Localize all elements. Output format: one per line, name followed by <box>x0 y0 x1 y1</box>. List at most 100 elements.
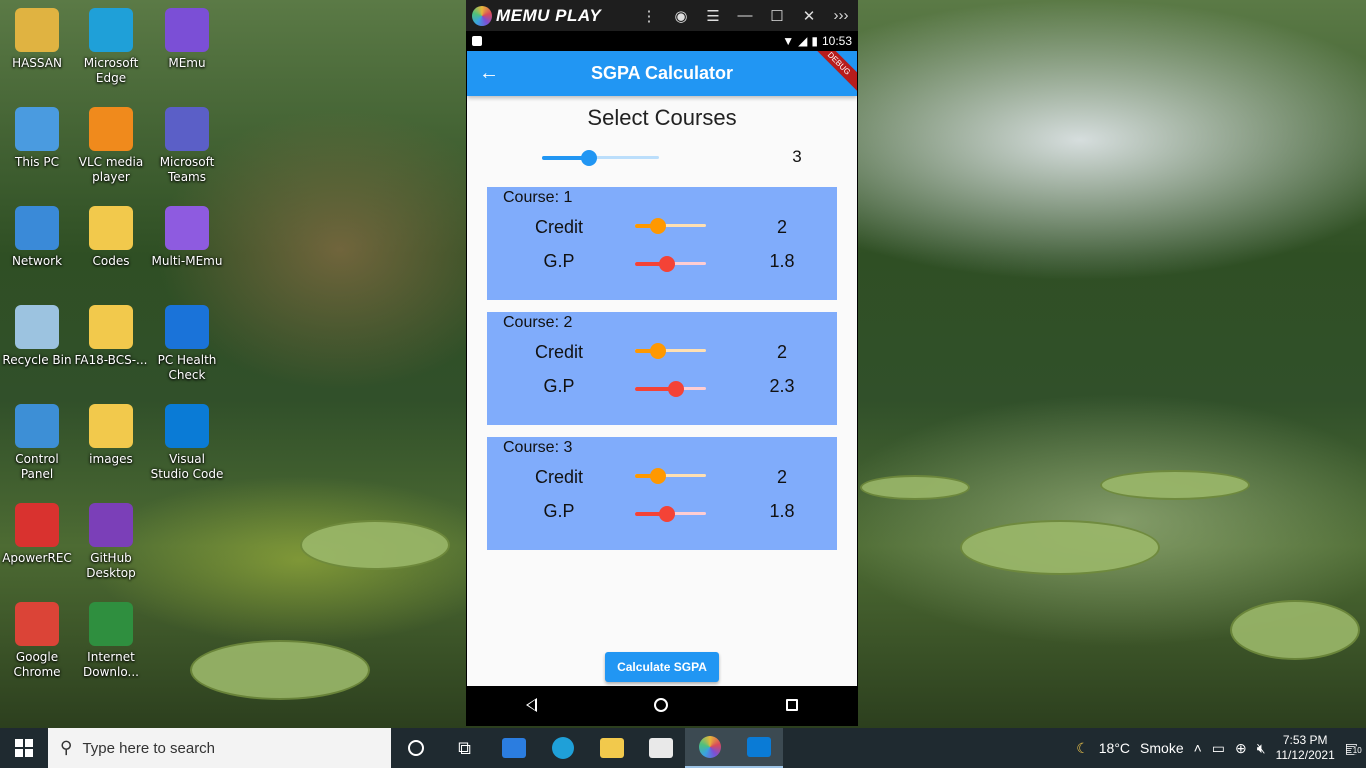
desktop-icon-chrome[interactable]: Google Chrome <box>0 602 74 680</box>
battery-tray-icon[interactable]: ▭ <box>1212 740 1225 757</box>
course-count-slider[interactable] <box>542 148 659 168</box>
credit-value: 2 <box>776 217 787 237</box>
minimize-icon[interactable]: — <box>736 7 754 25</box>
debug-banner: DEBUG <box>806 51 857 97</box>
user-folder-icon <box>15 8 59 52</box>
store-icon[interactable] <box>636 728 685 768</box>
desktop-icon-multi-memu[interactable]: Multi-MEmu <box>150 206 224 269</box>
edge-icon <box>89 8 133 52</box>
desktop-icon-edge[interactable]: Microsoft Edge <box>74 8 148 86</box>
desktop-icon-label: FA18-BCS-... <box>74 353 148 367</box>
system-tray: ☾ 18°C Smoke ˄ ▭ ⊕ 🔇︎ 7:53 PM 11/12/2021… <box>1076 733 1366 763</box>
vscode-taskbar-icon[interactable] <box>734 728 783 768</box>
hamburger-menu-icon[interactable]: ☰ <box>704 7 722 25</box>
slider-thumb[interactable] <box>650 343 667 359</box>
gp-slider[interactable] <box>635 504 706 524</box>
computer-icon <box>15 107 59 151</box>
desktop-icon-folder[interactable]: Codes <box>74 206 148 269</box>
account-icon[interactable]: ◉ <box>672 7 690 25</box>
weather-description[interactable]: Smoke <box>1140 740 1184 756</box>
task-view-icon[interactable]: ⧉ <box>440 728 489 768</box>
slider-thumb[interactable] <box>650 218 667 234</box>
desktop-icon-apowerrec[interactable]: ApowerREC <box>0 503 74 566</box>
maximize-icon[interactable]: ☐ <box>768 7 786 25</box>
gp-value: 1.8 <box>769 501 795 521</box>
desktop-icon-vscode[interactable]: Visual Studio Code <box>150 404 224 482</box>
gp-value: 2.3 <box>769 376 795 396</box>
credit-label: Credit <box>534 217 583 237</box>
taskbar-search-box[interactable]: ⚲ Type here to search <box>48 728 391 768</box>
folder-icon <box>89 305 133 349</box>
menu-dots-icon[interactable]: ⋮ <box>640 7 658 25</box>
folder-icon <box>89 404 133 448</box>
close-icon[interactable]: ✕ <box>800 7 818 25</box>
file-explorer-icon[interactable] <box>587 728 636 768</box>
slider-thumb[interactable] <box>667 381 684 397</box>
desktop-icon-label: Multi-MEmu <box>151 254 223 268</box>
lily-pad <box>300 520 450 570</box>
desktop-icon-label: PC Health Check <box>157 353 217 382</box>
slider-thumb[interactable] <box>658 506 675 522</box>
slider-thumb[interactable] <box>580 150 597 166</box>
gp-value: 1.8 <box>769 251 795 271</box>
globe-icon[interactable]: ⊕ <box>1235 740 1247 757</box>
memu-logo-icon <box>472 5 492 26</box>
mail-icon[interactable] <box>489 728 538 768</box>
slider-thumb[interactable] <box>658 256 675 272</box>
desktop-icon-label: Microsoft Teams <box>159 155 215 184</box>
start-button[interactable] <box>0 728 48 768</box>
nav-back-icon[interactable] <box>525 698 537 712</box>
weather-moon-icon[interactable]: ☾ <box>1076 740 1089 757</box>
slider-thumb[interactable] <box>650 468 667 484</box>
emulator-titlebar[interactable]: MEMU PLAY ⋮ ◉ ☰ — ☐ ✕ ››› <box>466 0 858 31</box>
memu-window[interactable]: MEMU PLAY ⋮ ◉ ☰ — ☐ ✕ ››› ▼ ◢ ▮ 10:53 ← … <box>466 0 858 726</box>
app-bar: ← SGPA Calculator DEBUG <box>467 51 857 97</box>
apowerrec-icon <box>15 503 59 547</box>
vscode-icon <box>165 404 209 448</box>
credit-slider[interactable] <box>635 216 706 236</box>
desktop-icon-user-folder[interactable]: HASSAN <box>0 8 74 71</box>
calculate-sgpa-button[interactable]: Calculate SGPA <box>605 652 719 682</box>
gp-slider[interactable] <box>635 379 706 399</box>
weather-temperature[interactable]: 18°C <box>1099 740 1130 756</box>
status-time: 10:53 <box>821 34 852 48</box>
windows-logo-icon <box>15 739 33 757</box>
clock[interactable]: 7:53 PM 11/12/2021 <box>1276 733 1335 763</box>
desktop-icon-folder[interactable]: FA18-BCS-... <box>74 305 148 368</box>
app-title: SGPA Calculator <box>590 63 734 83</box>
desktop-icon-memu[interactable]: MEmu <box>150 8 224 71</box>
recycle-bin-icon <box>15 305 59 349</box>
desktop-icon-label: images <box>89 452 133 466</box>
desktop-icon-computer[interactable]: This PC <box>0 107 74 170</box>
desktop-icon-label: Recycle Bin <box>2 353 72 367</box>
volume-muted-icon[interactable]: 🔇︎ <box>1257 740 1266 757</box>
memu-icon <box>165 8 209 52</box>
select-courses-heading: Select Courses <box>587 105 737 130</box>
cortana-icon[interactable] <box>391 728 440 768</box>
credit-slider[interactable] <box>635 466 706 486</box>
chevron-up-icon[interactable]: ˄ <box>1194 740 1202 756</box>
memu-taskbar-icon[interactable] <box>685 728 734 768</box>
edge-icon[interactable] <box>538 728 587 768</box>
desktop-icon-control-panel[interactable]: Control Panel <box>0 404 74 482</box>
lily-pad <box>190 640 370 700</box>
desktop-icon-recycle-bin[interactable]: Recycle Bin <box>0 305 74 368</box>
credit-slider[interactable] <box>635 341 706 361</box>
desktop-icon-vlc[interactable]: VLC media player <box>74 107 148 185</box>
teams-icon <box>165 107 209 151</box>
notification-center-icon[interactable]: ▤10 <box>1345 740 1364 757</box>
desktop-icon-teams[interactable]: Microsoft Teams <box>150 107 224 185</box>
desktop-icon-github[interactable]: GitHub Desktop <box>74 503 148 581</box>
back-arrow-icon[interactable]: ← <box>467 62 511 85</box>
nav-home-icon[interactable] <box>654 698 669 712</box>
expand-sidebar-icon[interactable]: ››› <box>832 7 850 25</box>
desktop-icon-folder[interactable]: images <box>74 404 148 467</box>
nav-recents-icon[interactable] <box>786 699 799 711</box>
desktop-icon-label: Microsoft Edge <box>83 56 139 85</box>
desktop-icon-health-check[interactable]: PC Health Check <box>150 305 224 383</box>
desktop-icon-label: GitHub Desktop <box>86 551 136 580</box>
desktop-icon-idm[interactable]: Internet Downlo... <box>74 602 148 680</box>
search-placeholder: Type here to search <box>82 739 216 757</box>
desktop-icon-network[interactable]: Network <box>0 206 74 269</box>
gp-slider[interactable] <box>635 254 706 274</box>
